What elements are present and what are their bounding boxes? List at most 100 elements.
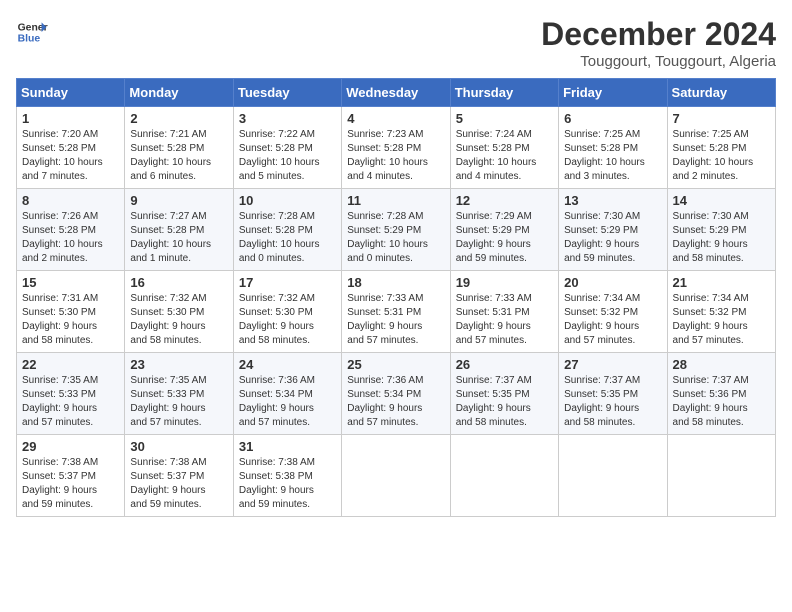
day-number: 11 xyxy=(347,193,444,208)
day-cell: 15 Sunrise: 7:31 AM Sunset: 5:30 PM Dayli… xyxy=(17,271,125,353)
title-area: December 2024 Touggourt, Touggourt, Alge… xyxy=(541,16,776,70)
day-number: 24 xyxy=(239,357,336,372)
calendar-body: 1 Sunrise: 7:20 AM Sunset: 5:28 PM Daylig… xyxy=(17,107,776,517)
day-info: Sunrise: 7:38 AM Sunset: 5:37 PM Dayligh… xyxy=(130,456,227,512)
day-cell: 31Sunrise: 7:38 AM Sunset: 5:38 PM Dayli… xyxy=(233,435,341,517)
day-number: 14 xyxy=(673,193,770,208)
week-row-1: 1 Sunrise: 7:20 AM Sunset: 5:28 PM Daylig… xyxy=(17,107,776,189)
day-info: Sunrise: 7:28 AM Sunset: 5:29 PM Dayligh… xyxy=(347,210,444,266)
day-number: 3 xyxy=(239,111,336,126)
day-cell: 13 Sunrise: 7:30 AM Sunset: 5:29 PM Dayli… xyxy=(559,189,667,271)
day-cell: 8 Sunrise: 7:26 AM Sunset: 5:28 PM Daylig… xyxy=(17,189,125,271)
day-info: Sunrise: 7:32 AM Sunset: 5:30 PM Dayligh… xyxy=(239,292,336,348)
day-info: Sunrise: 7:37 AM Sunset: 5:35 PM Dayligh… xyxy=(564,374,661,430)
day-number: 9 xyxy=(130,193,227,208)
day-info: Sunrise: 7:32 AM Sunset: 5:30 PM Dayligh… xyxy=(130,292,227,348)
week-row-4: 22 Sunrise: 7:35 AM Sunset: 5:33 PM Dayli… xyxy=(17,353,776,435)
day-number: 2 xyxy=(130,111,227,126)
day-number: 20 xyxy=(564,275,661,290)
day-number: 22 xyxy=(22,357,119,372)
day-number: 25 xyxy=(347,357,444,372)
day-number: 1 xyxy=(22,111,119,126)
day-info: Sunrise: 7:30 AM Sunset: 5:29 PM Dayligh… xyxy=(564,210,661,266)
month-title: December 2024 xyxy=(541,16,776,53)
day-number: 12 xyxy=(456,193,553,208)
day-cell: 28Sunrise: 7:37 AM Sunset: 5:36 PM Dayli… xyxy=(667,353,775,435)
day-info: Sunrise: 7:38 AM Sunset: 5:37 PM Dayligh… xyxy=(22,456,119,512)
day-info: Sunrise: 7:36 AM Sunset: 5:34 PM Dayligh… xyxy=(347,374,444,430)
day-info: Sunrise: 7:30 AM Sunset: 5:29 PM Dayligh… xyxy=(673,210,770,266)
week-row-2: 8 Sunrise: 7:26 AM Sunset: 5:28 PM Daylig… xyxy=(17,189,776,271)
day-cell: 6Sunrise: 7:25 AM Sunset: 5:28 PM Daylig… xyxy=(559,107,667,189)
day-info: Sunrise: 7:21 AM Sunset: 5:28 PM Dayligh… xyxy=(130,128,227,184)
day-info: Sunrise: 7:33 AM Sunset: 5:31 PM Dayligh… xyxy=(456,292,553,348)
day-number: 13 xyxy=(564,193,661,208)
weekday-thursday: Thursday xyxy=(450,79,558,107)
weekday-tuesday: Tuesday xyxy=(233,79,341,107)
week-row-5: 29 Sunrise: 7:38 AM Sunset: 5:37 PM Dayli… xyxy=(17,435,776,517)
day-cell: 27 Sunrise: 7:37 AM Sunset: 5:35 PM Dayli… xyxy=(559,353,667,435)
day-info: Sunrise: 7:29 AM Sunset: 5:29 PM Dayligh… xyxy=(456,210,553,266)
day-info: Sunrise: 7:28 AM Sunset: 5:28 PM Dayligh… xyxy=(239,210,336,266)
header: General Blue December 2024 Touggourt, To… xyxy=(16,16,776,70)
day-number: 4 xyxy=(347,111,444,126)
day-cell: 9 Sunrise: 7:27 AM Sunset: 5:28 PM Daylig… xyxy=(125,189,233,271)
day-cell xyxy=(559,435,667,517)
day-info: Sunrise: 7:23 AM Sunset: 5:28 PM Dayligh… xyxy=(347,128,444,184)
day-cell: 3Sunrise: 7:22 AM Sunset: 5:28 PM Daylig… xyxy=(233,107,341,189)
day-cell xyxy=(667,435,775,517)
weekday-header-row: SundayMondayTuesdayWednesdayThursdayFrid… xyxy=(17,79,776,107)
day-number: 16 xyxy=(130,275,227,290)
day-number: 17 xyxy=(239,275,336,290)
day-info: Sunrise: 7:35 AM Sunset: 5:33 PM Dayligh… xyxy=(22,374,119,430)
day-cell: 22 Sunrise: 7:35 AM Sunset: 5:33 PM Dayli… xyxy=(17,353,125,435)
day-cell: 23 Sunrise: 7:35 AM Sunset: 5:33 PM Dayli… xyxy=(125,353,233,435)
day-number: 7 xyxy=(673,111,770,126)
weekday-friday: Friday xyxy=(559,79,667,107)
day-number: 30 xyxy=(130,439,227,454)
day-info: Sunrise: 7:25 AM Sunset: 5:28 PM Dayligh… xyxy=(673,128,770,184)
day-cell: 25 Sunrise: 7:36 AM Sunset: 5:34 PM Dayli… xyxy=(342,353,450,435)
weekday-sunday: Sunday xyxy=(17,79,125,107)
weekday-saturday: Saturday xyxy=(667,79,775,107)
day-number: 18 xyxy=(347,275,444,290)
day-cell: 30 Sunrise: 7:38 AM Sunset: 5:37 PM Dayli… xyxy=(125,435,233,517)
day-info: Sunrise: 7:36 AM Sunset: 5:34 PM Dayligh… xyxy=(239,374,336,430)
day-cell: 18 Sunrise: 7:33 AM Sunset: 5:31 PM Dayli… xyxy=(342,271,450,353)
day-cell: 21Sunrise: 7:34 AM Sunset: 5:32 PM Dayli… xyxy=(667,271,775,353)
day-number: 29 xyxy=(22,439,119,454)
day-cell xyxy=(342,435,450,517)
day-cell: 2 Sunrise: 7:21 AM Sunset: 5:28 PM Daylig… xyxy=(125,107,233,189)
day-cell: 7 Sunrise: 7:25 AM Sunset: 5:28 PM Daylig… xyxy=(667,107,775,189)
day-info: Sunrise: 7:27 AM Sunset: 5:28 PM Dayligh… xyxy=(130,210,227,266)
day-cell: 11 Sunrise: 7:28 AM Sunset: 5:29 PM Dayli… xyxy=(342,189,450,271)
day-number: 26 xyxy=(456,357,553,372)
day-cell: 17 Sunrise: 7:32 AM Sunset: 5:30 PM Dayli… xyxy=(233,271,341,353)
day-info: Sunrise: 7:20 AM Sunset: 5:28 PM Dayligh… xyxy=(22,128,119,184)
weekday-monday: Monday xyxy=(125,79,233,107)
day-number: 21 xyxy=(673,275,770,290)
day-number: 8 xyxy=(22,193,119,208)
day-cell: 5Sunrise: 7:24 AM Sunset: 5:28 PM Daylig… xyxy=(450,107,558,189)
day-info: Sunrise: 7:24 AM Sunset: 5:28 PM Dayligh… xyxy=(456,128,553,184)
svg-text:Blue: Blue xyxy=(18,34,41,45)
weekday-wednesday: Wednesday xyxy=(342,79,450,107)
day-number: 28 xyxy=(673,357,770,372)
day-cell: 26 Sunrise: 7:37 AM Sunset: 5:35 PM Dayli… xyxy=(450,353,558,435)
day-number: 6 xyxy=(564,111,661,126)
day-info: Sunrise: 7:26 AM Sunset: 5:28 PM Dayligh… xyxy=(22,210,119,266)
day-cell: 10Sunrise: 7:28 AM Sunset: 5:28 PM Dayli… xyxy=(233,189,341,271)
day-cell: 14 Sunrise: 7:30 AM Sunset: 5:29 PM Dayli… xyxy=(667,189,775,271)
day-number: 19 xyxy=(456,275,553,290)
day-number: 15 xyxy=(22,275,119,290)
day-info: Sunrise: 7:35 AM Sunset: 5:33 PM Dayligh… xyxy=(130,374,227,430)
day-info: Sunrise: 7:33 AM Sunset: 5:31 PM Dayligh… xyxy=(347,292,444,348)
day-cell: 19 Sunrise: 7:33 AM Sunset: 5:31 PM Dayli… xyxy=(450,271,558,353)
day-number: 23 xyxy=(130,357,227,372)
day-number: 27 xyxy=(564,357,661,372)
day-cell: 12 Sunrise: 7:29 AM Sunset: 5:29 PM Dayli… xyxy=(450,189,558,271)
day-info: Sunrise: 7:37 AM Sunset: 5:35 PM Dayligh… xyxy=(456,374,553,430)
day-info: Sunrise: 7:34 AM Sunset: 5:32 PM Dayligh… xyxy=(564,292,661,348)
week-row-3: 15 Sunrise: 7:31 AM Sunset: 5:30 PM Dayli… xyxy=(17,271,776,353)
day-info: Sunrise: 7:31 AM Sunset: 5:30 PM Dayligh… xyxy=(22,292,119,348)
